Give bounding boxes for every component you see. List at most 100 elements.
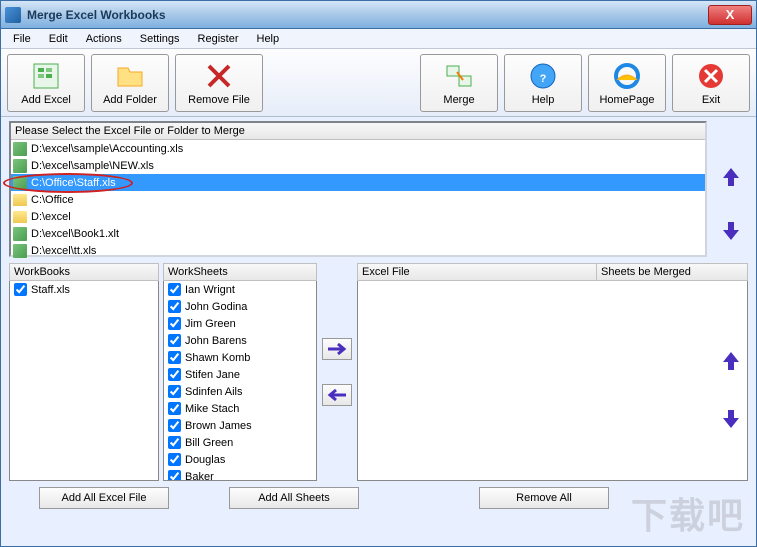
- result-body[interactable]: [357, 281, 748, 481]
- worksheet-checkbox[interactable]: [168, 368, 181, 381]
- menu-file[interactable]: File: [5, 31, 39, 47]
- file-row[interactable]: D:\excel\sample\NEW.xls: [11, 157, 705, 174]
- app-icon: [5, 7, 21, 23]
- exit-label: Exit: [702, 94, 720, 106]
- add-excel-label: Add Excel: [21, 94, 71, 106]
- result-reorder-arrows: [719, 348, 743, 430]
- menu-actions[interactable]: Actions: [78, 31, 130, 47]
- worksheet-label: John Godina: [185, 301, 247, 313]
- worksheet-checkbox[interactable]: [168, 436, 181, 449]
- worksheet-item[interactable]: Mike Stach: [164, 400, 316, 417]
- worksheet-item[interactable]: Shawn Komb: [164, 349, 316, 366]
- homepage-button[interactable]: HomePage: [588, 54, 666, 112]
- add-all-sheets-button[interactable]: Add All Sheets: [229, 487, 359, 509]
- worksheet-checkbox[interactable]: [168, 351, 181, 364]
- file-path: D:\excel\tt.xls: [31, 245, 96, 257]
- xls-icon: [13, 159, 27, 173]
- result-move-down-button[interactable]: [719, 406, 743, 430]
- worksheets-list[interactable]: Ian Wrignt John Godina Jim Green John Baren…: [163, 281, 317, 481]
- remove-all-button[interactable]: Remove All: [479, 487, 609, 509]
- worksheet-label: Shawn Komb: [185, 352, 250, 364]
- file-path: D:\excel\sample\NEW.xls: [31, 160, 154, 172]
- worksheet-item[interactable]: Bill Green: [164, 434, 316, 451]
- content-area: Please Select the Excel File or Folder t…: [1, 117, 756, 513]
- help-button[interactable]: ? Help: [504, 54, 582, 112]
- add-arrow-button[interactable]: [322, 338, 352, 360]
- worksheets-header: WorkSheets: [163, 263, 317, 281]
- menu-edit[interactable]: Edit: [41, 31, 76, 47]
- transfer-arrows: [321, 263, 353, 481]
- xls-icon: [13, 176, 27, 190]
- folder-icon: [13, 194, 27, 206]
- workbook-item[interactable]: Staff.xls: [10, 281, 158, 298]
- result-move-up-button[interactable]: [719, 348, 743, 372]
- file-row[interactable]: D:\excel\sample\Accounting.xls: [11, 140, 705, 157]
- worksheet-checkbox[interactable]: [168, 419, 181, 432]
- worksheet-item[interactable]: Stifen Jane: [164, 366, 316, 383]
- workbook-checkbox[interactable]: [14, 283, 27, 296]
- merge-label: Merge: [443, 94, 474, 106]
- folder-icon: [114, 60, 146, 92]
- remove-icon: [203, 60, 235, 92]
- worksheet-checkbox[interactable]: [168, 317, 181, 330]
- merge-button[interactable]: Merge: [420, 54, 498, 112]
- worksheet-checkbox[interactable]: [168, 402, 181, 415]
- worksheet-label: Ian Wrignt: [185, 284, 235, 296]
- add-all-excel-button[interactable]: Add All Excel File: [39, 487, 169, 509]
- worksheet-item[interactable]: Ian Wrignt: [164, 281, 316, 298]
- result-header: Excel File Sheets be Merged: [357, 263, 748, 281]
- worksheet-item[interactable]: John Barens: [164, 332, 316, 349]
- remove-file-button[interactable]: Remove File: [175, 54, 263, 112]
- worksheet-checkbox[interactable]: [168, 385, 181, 398]
- worksheet-checkbox[interactable]: [168, 334, 181, 347]
- result-panel: Excel File Sheets be Merged: [357, 263, 748, 481]
- menu-settings[interactable]: Settings: [132, 31, 188, 47]
- remove-arrow-button[interactable]: [322, 384, 352, 406]
- worksheet-label: Mike Stach: [185, 403, 239, 415]
- worksheet-label: Douglas: [185, 454, 225, 466]
- worksheet-item[interactable]: John Godina: [164, 298, 316, 315]
- exit-button[interactable]: Exit: [672, 54, 750, 112]
- file-row[interactable]: D:\excel\Book1.xlt: [11, 225, 705, 242]
- worksheet-checkbox[interactable]: [168, 300, 181, 313]
- file-row[interactable]: D:\excel: [11, 208, 705, 225]
- worksheet-item[interactable]: Brown James: [164, 417, 316, 434]
- result-col-excelfile: Excel File: [358, 264, 597, 280]
- xls-icon: [13, 227, 27, 241]
- titlebar: Merge Excel Workbooks X: [1, 1, 756, 29]
- add-folder-button[interactable]: Add Folder: [91, 54, 169, 112]
- close-button[interactable]: X: [708, 5, 752, 25]
- homepage-label: HomePage: [599, 94, 654, 106]
- worksheet-item[interactable]: Baker: [164, 468, 316, 481]
- workbooks-list[interactable]: Staff.xls: [9, 281, 159, 481]
- file-path: C:\Office\Staff.xls: [31, 177, 116, 189]
- add-folder-label: Add Folder: [103, 94, 157, 106]
- file-row[interactable]: C:\Office\Staff.xls: [11, 174, 705, 191]
- svg-text:?: ?: [540, 73, 547, 85]
- add-excel-button[interactable]: Add Excel: [7, 54, 85, 112]
- worksheet-item[interactable]: Jim Green: [164, 315, 316, 332]
- worksheet-checkbox[interactable]: [168, 453, 181, 466]
- move-up-button[interactable]: [719, 164, 743, 188]
- menu-help[interactable]: Help: [249, 31, 288, 47]
- menu-register[interactable]: Register: [190, 31, 247, 47]
- file-row[interactable]: C:\Office: [11, 191, 705, 208]
- file-row[interactable]: D:\excel\tt.xls: [11, 242, 705, 259]
- worksheet-label: Jim Green: [185, 318, 236, 330]
- result-col-sheets: Sheets be Merged: [597, 264, 747, 280]
- worksheet-item[interactable]: Sdinfen Ails: [164, 383, 316, 400]
- ie-icon: [611, 60, 643, 92]
- worksheet-item[interactable]: Douglas: [164, 451, 316, 468]
- worksheets-column: WorkSheets Ian Wrignt John Godina Jim Gree…: [163, 263, 317, 481]
- worksheet-checkbox[interactable]: [168, 283, 181, 296]
- exit-icon: [695, 60, 727, 92]
- move-down-button[interactable]: [719, 218, 743, 242]
- file-list-body: D:\excel\sample\Accounting.xls D:\excel\s…: [11, 140, 705, 259]
- file-path: D:\excel\sample\Accounting.xls: [31, 143, 183, 155]
- file-list-header: Please Select the Excel File or Folder t…: [11, 123, 705, 140]
- worksheet-label: Stifen Jane: [185, 369, 240, 381]
- merge-icon: [443, 60, 475, 92]
- file-reorder-arrows: [719, 164, 743, 242]
- toolbar: Add Excel Add Folder Remove File Merge ?…: [1, 49, 756, 117]
- worksheet-checkbox[interactable]: [168, 470, 181, 481]
